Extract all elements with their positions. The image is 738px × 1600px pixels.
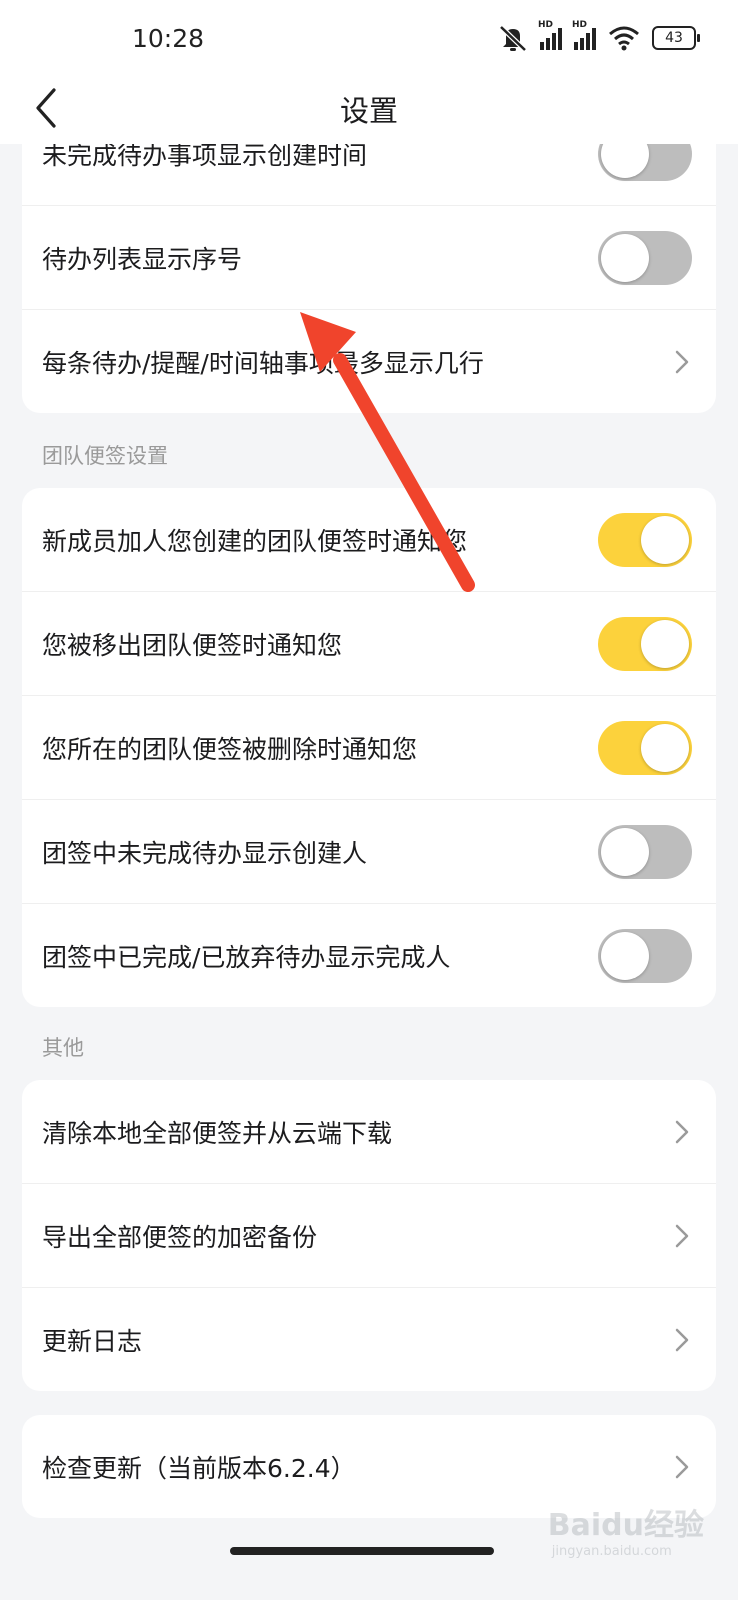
setting-label: 导出全部便签的加密备份 <box>42 1222 318 1252</box>
setting-row-show-creator[interactable]: 团签中未完成待办显示创建人 <box>22 800 716 904</box>
home-indicator[interactable] <box>230 1547 494 1555</box>
toggle-switch-on[interactable] <box>598 512 692 567</box>
setting-row-clear-and-download[interactable]: 清除本地全部便签并从云端下载 <box>22 1080 716 1184</box>
header: 设置 <box>0 80 738 144</box>
toggle-switch-off[interactable] <box>598 230 692 285</box>
toggle-knob <box>641 619 689 668</box>
chevron-right-icon <box>675 1120 689 1143</box>
status-icons: HD HD 43 <box>498 20 700 52</box>
settings-card-other: 清除本地全部便签并从云端下载 导出全部便签的加密备份 更新日志 <box>22 1080 716 1391</box>
status-bar: 10:28 HD HD 43 <box>0 0 738 80</box>
toggle-knob <box>601 827 649 876</box>
setting-label: 团签中未完成待办显示创建人 <box>42 838 368 868</box>
toggle-switch-on[interactable] <box>598 616 692 671</box>
chevron-right-icon <box>675 350 689 373</box>
setting-row-removed-notify[interactable]: 您被移出团队便签时通知您 <box>22 592 716 696</box>
setting-label: 检查更新（当前版本6.2.4） <box>42 1453 356 1483</box>
setting-label: 待办列表显示序号 <box>42 244 243 274</box>
setting-label: 每条待办/提醒/时间轴事项最多显示几行 <box>42 348 484 378</box>
toggle-knob <box>601 233 649 282</box>
setting-row-export-backup[interactable]: 导出全部便签的加密备份 <box>22 1184 716 1288</box>
setting-row-deleted-notify[interactable]: 您所在的团队便签被删除时通知您 <box>22 696 716 800</box>
settings-card-team: 新成员加人您创建的团队便签时通知您 您被移出团队便签时通知您 您所在的团队便签被… <box>22 488 716 1007</box>
toggle-knob <box>641 723 689 772</box>
toggle-knob <box>641 515 689 564</box>
section-title-team: 团队便签设置 <box>42 444 168 468</box>
setting-label: 您所在的团队便签被删除时通知您 <box>42 734 418 764</box>
toggle-switch-off[interactable] <box>598 824 692 879</box>
watermark-main: Baidu经验 <box>547 1508 704 1543</box>
setting-label: 团签中已完成/已放弃待办显示完成人 <box>42 942 451 972</box>
setting-row-changelog[interactable]: 更新日志 <box>22 1288 716 1391</box>
setting-label: 清除本地全部便签并从云端下载 <box>42 1118 393 1148</box>
setting-row-show-completer[interactable]: 团签中已完成/已放弃待办显示完成人 <box>22 904 716 1007</box>
chevron-right-icon <box>675 1328 689 1351</box>
baidu-watermark: Baidu经验 jingyan.baidu.com <box>548 1500 704 1559</box>
settings-card-todo: 未完成待办事项显示创建时间 待办列表显示序号 每条待办/提醒/时间轴事项最多显示… <box>22 102 716 413</box>
chevron-right-icon <box>675 1224 689 1247</box>
setting-row-new-member-notify[interactable]: 新成员加人您创建的团队便签时通知您 <box>22 488 716 592</box>
signal-hd-icon: HD <box>572 20 596 50</box>
status-time: 10:28 <box>132 24 205 53</box>
toggle-knob <box>601 931 649 980</box>
signal-hd-icon: HD <box>538 20 562 50</box>
toggle-switch-on[interactable] <box>598 720 692 775</box>
setting-label: 更新日志 <box>42 1326 143 1356</box>
section-title-other: 其他 <box>42 1036 84 1060</box>
toggle-switch-off[interactable] <box>598 928 692 983</box>
mute-notification-icon <box>499 25 527 52</box>
wifi-icon <box>609 26 639 51</box>
watermark-sub: jingyan.baidu.com <box>551 1544 672 1559</box>
setting-label: 新成员加人您创建的团队便签时通知您 <box>42 526 468 556</box>
battery-indicator: 43 <box>652 26 700 50</box>
setting-label: 您被移出团队便签时通知您 <box>42 630 343 660</box>
page-title: 设置 <box>339 94 398 128</box>
setting-row-show-serial-number[interactable]: 待办列表显示序号 <box>22 206 716 310</box>
setting-row-max-lines[interactable]: 每条待办/提醒/时间轴事项最多显示几行 <box>22 310 716 413</box>
chevron-right-icon <box>675 1455 689 1478</box>
